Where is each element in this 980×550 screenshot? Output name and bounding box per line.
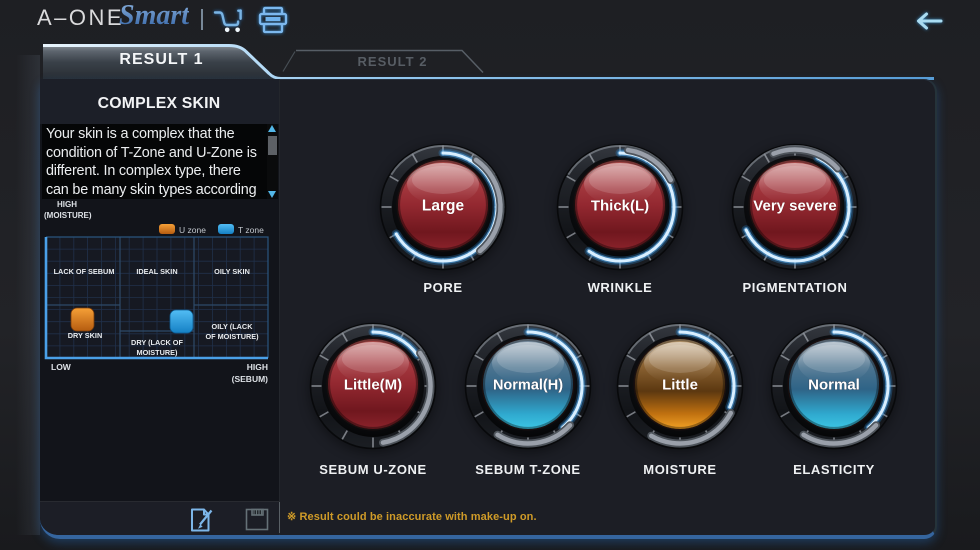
svg-text:OILY SKIN: OILY SKIN xyxy=(214,267,250,276)
svg-text:MOISTURE): MOISTURE) xyxy=(137,348,179,357)
svg-text:Little(M): Little(M) xyxy=(344,377,402,394)
svg-text:HIGH: HIGH xyxy=(57,200,77,209)
svg-text:OILY (LACK: OILY (LACK xyxy=(212,322,254,331)
svg-text:IDEAL SKIN: IDEAL SKIN xyxy=(136,267,177,276)
svg-text:U zone: U zone xyxy=(179,225,206,235)
svg-text:(MOISTURE): (MOISTURE) xyxy=(44,211,92,220)
svg-text:T zone: T zone xyxy=(238,225,264,235)
svg-text:Large: Large xyxy=(422,198,465,215)
svg-text:Very severe: Very severe xyxy=(753,198,836,215)
svg-text:Little: Little xyxy=(662,377,698,394)
svg-text:LOW: LOW xyxy=(51,362,72,372)
svg-text:HIGH: HIGH xyxy=(247,362,268,372)
svg-text:Thick(L): Thick(L) xyxy=(591,198,649,215)
svg-text:DRY (LACK OF: DRY (LACK OF xyxy=(131,338,183,347)
svg-text:OF MOISTURE): OF MOISTURE) xyxy=(205,332,259,341)
svg-text:LACK OF SEBUM: LACK OF SEBUM xyxy=(54,267,115,276)
svg-text:Normal: Normal xyxy=(808,377,860,394)
svg-text:DRY SKIN: DRY SKIN xyxy=(68,331,102,340)
svg-text:Normal(H): Normal(H) xyxy=(493,378,563,394)
svg-text:(SEBUM): (SEBUM) xyxy=(232,374,269,384)
